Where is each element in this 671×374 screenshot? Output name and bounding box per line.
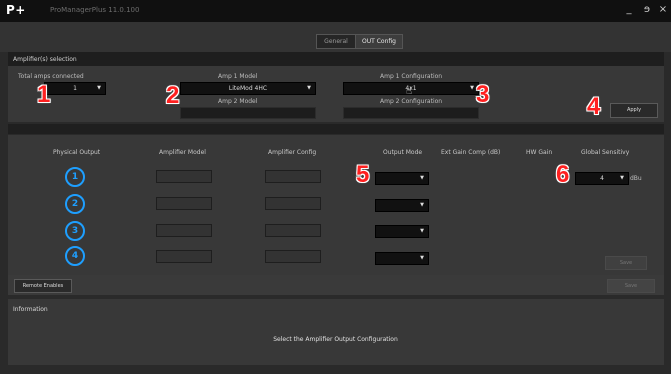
restore-button[interactable]: ɘ [640,4,654,15]
information-message: Select the Amplifier Output Configuratio… [273,336,398,343]
output-2-icon: 2 [65,194,85,214]
amp2-config-select[interactable] [343,107,479,119]
amp-model-field [156,197,212,210]
chevron-down-icon: ▼ [307,85,311,91]
chevron-down-icon: ▼ [420,175,424,181]
amp1-config-label: Amp 1 Configuration [380,73,443,80]
amp2-model-select[interactable] [180,107,316,119]
app-logo: P+ [6,3,26,17]
total-amps-value: 1 [73,85,77,92]
amp-config-field [265,170,321,183]
amp-config-field [265,250,321,263]
close-button[interactable]: × [656,4,670,15]
sensitivity-value: 4 [600,175,604,182]
output-mode-select[interactable]: ▼ [375,225,429,238]
callout-6: 6 [556,161,570,188]
callout-1: 1 [37,81,51,108]
chevron-down-icon: ▼ [97,85,101,91]
tab-general[interactable]: General [316,34,356,49]
save-button[interactable]: Save [605,256,647,270]
chevron-down-icon: ▼ [620,175,624,181]
output-mode-select[interactable]: ▼ [375,252,429,265]
apply-button[interactable]: Apply [610,103,658,118]
callout-4: 4 [587,93,601,120]
output-1-icon: 1 [65,167,85,187]
output-action-bar [8,275,664,295]
chevron-down-icon: ▼ [420,228,424,234]
callout-2: 2 [166,82,180,109]
remote-enables-button[interactable]: Remote Enables [14,279,72,293]
amp-model-field [156,224,212,237]
minimize-button[interactable]: _ [622,4,636,15]
tab-out-config[interactable]: OUT Config [355,34,403,49]
send-button[interactable]: Save [607,279,655,293]
total-amps-label: Total amps connected [18,73,84,80]
col-amplifier-config: Amplifier Config [268,149,317,156]
col-ext-gain: Ext Gain Comp (dB) [441,149,501,156]
amp-config-field [265,197,321,210]
amp1-model-select[interactable]: LiteMod 4HC ▼ [180,82,316,95]
output-config-panel [8,135,664,295]
sensitivity-select[interactable]: 4 ▼ [575,172,629,185]
sensitivity-unit: dBu [630,175,642,182]
amp1-model-value: LiteMod 4HC [228,85,268,92]
col-global-sensitivity: Global Sensitivy [581,149,630,156]
amp2-config-label: Amp 2 Configuration [380,98,443,105]
total-amps-select[interactable]: 1 ▼ [44,82,106,95]
information-title: Information [13,306,48,313]
col-physical-output: Physical Output [53,149,101,156]
section-divider [8,124,664,134]
mouse-cursor-icon: ☝ [406,86,413,97]
output-3-icon: 3 [65,221,85,241]
amp2-model-label: Amp 2 Model [218,98,258,105]
output-mode-select[interactable]: ▼ [375,199,429,212]
col-hw-gain: HW Gain [526,149,553,156]
amp-config-field [265,224,321,237]
col-output-mode: Output Mode [383,149,423,156]
callout-3: 3 [476,81,490,108]
chevron-down-icon: ▼ [470,85,474,91]
window-title: ProManagerPlus 11.0.100 [50,6,140,14]
amp-model-field [156,250,212,263]
col-amplifier-model: Amplifier Model [159,149,206,156]
amp1-model-label: Amp 1 Model [218,73,258,80]
information-panel [8,299,664,365]
chevron-down-icon: ▼ [420,202,424,208]
output-mode-select[interactable]: ▼ [375,172,429,185]
callout-5: 5 [356,161,370,188]
amp-selection-header [8,52,664,66]
amp-model-field [156,170,212,183]
amp-selection-title: Amplifier(s) selection [13,56,77,63]
chevron-down-icon: ▼ [420,255,424,261]
output-4-icon: 4 [65,246,85,266]
